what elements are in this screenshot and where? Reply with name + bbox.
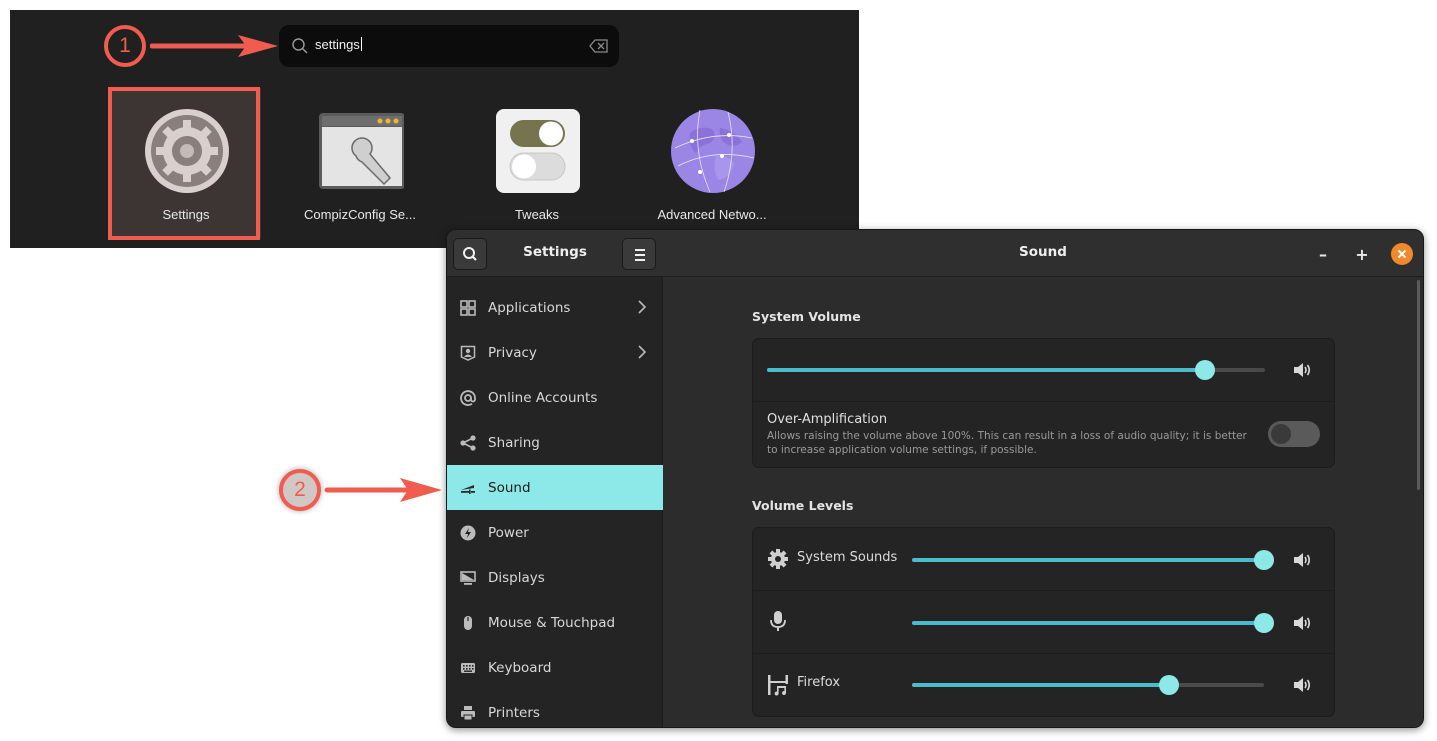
slider-fill bbox=[912, 683, 1169, 687]
microphone-icon bbox=[770, 611, 786, 631]
text-caret bbox=[360, 37, 362, 51]
highlight-box-settings bbox=[108, 87, 260, 240]
media-film-music-icon bbox=[768, 675, 788, 696]
system-volume-row bbox=[753, 339, 1334, 402]
settings-window: Settings Applications Privacy Online Acc… bbox=[446, 229, 1424, 728]
minimize-button[interactable]: – bbox=[1312, 243, 1334, 265]
volume-level-row-microphone bbox=[753, 591, 1334, 654]
sidebar-item-privacy[interactable]: Privacy bbox=[447, 330, 663, 375]
step-1-badge: 1 bbox=[104, 25, 146, 67]
chevron-right-icon bbox=[638, 345, 647, 359]
sidebar-item-label: Displays bbox=[488, 569, 545, 586]
page-title: Sound bbox=[1019, 244, 1067, 260]
step-1-arrow bbox=[150, 35, 278, 57]
slider-thumb[interactable] bbox=[1195, 360, 1216, 380]
sidebar-item-keyboard[interactable]: Keyboard bbox=[447, 645, 663, 690]
menu-button[interactable] bbox=[622, 238, 656, 270]
maximize-button[interactable]: + bbox=[1351, 243, 1373, 265]
search-icon bbox=[292, 38, 308, 54]
volume-level-label: Firefox bbox=[797, 675, 841, 690]
over-amplification-description: Allows raising the volume above 100%. Th… bbox=[767, 430, 1247, 456]
slider-thumb[interactable] bbox=[1158, 675, 1179, 695]
sidebar-item-displays[interactable]: Displays bbox=[447, 555, 663, 600]
sidebar-item-label: Online Accounts bbox=[488, 389, 598, 406]
over-amplification-title: Over-Amplification bbox=[767, 412, 888, 427]
sidebar-item-label: Power bbox=[488, 524, 529, 541]
volume-level-row-system-sounds: System Sounds bbox=[753, 528, 1334, 591]
sidebar-item-label: Applications bbox=[488, 299, 571, 316]
privacy-shield-icon bbox=[459, 344, 476, 361]
section-title-system-volume: System Volume bbox=[752, 309, 861, 324]
step-2-badge: 2 bbox=[279, 469, 321, 511]
app-label: Advanced Netwo... bbox=[657, 207, 767, 222]
at-sign-icon bbox=[459, 389, 476, 406]
app-label: CompizConfig Se... bbox=[304, 207, 416, 222]
keyboard-icon bbox=[459, 659, 476, 676]
firefox-volume-slider[interactable] bbox=[912, 675, 1264, 695]
share-icon bbox=[459, 434, 476, 451]
volume-level-label: System Sounds bbox=[797, 550, 898, 565]
power-bolt-icon bbox=[459, 524, 476, 541]
sidebar-item-label: Sound bbox=[488, 479, 531, 496]
sidebar-item-label: Sharing bbox=[488, 434, 540, 451]
tweaks-toggles-icon bbox=[496, 109, 580, 193]
slider-fill bbox=[912, 621, 1264, 625]
sidebar-item-label: Printers bbox=[488, 704, 540, 721]
sidebar-item-label: Mouse & Touchpad bbox=[488, 614, 616, 631]
sidebar-item-mouse-touchpad[interactable]: Mouse & Touchpad bbox=[447, 600, 663, 645]
grid-apps-icon bbox=[459, 299, 476, 316]
system-volume-card: Over-Amplification Allows raising the vo… bbox=[752, 338, 1335, 468]
close-icon bbox=[1397, 249, 1407, 259]
system-sounds-volume-slider[interactable] bbox=[912, 550, 1274, 570]
backspace-clear-icon[interactable] bbox=[589, 38, 609, 54]
sidebar-item-printers[interactable]: Printers bbox=[447, 690, 663, 727]
vertical-scrollbar[interactable] bbox=[1417, 280, 1420, 490]
sidebar-item-sharing[interactable]: Sharing bbox=[447, 420, 663, 465]
system-volume-slider[interactable] bbox=[767, 360, 1265, 380]
sound-panel: System Volume Over-Amplification Allows … bbox=[663, 277, 1423, 727]
over-amplification-row: Over-Amplification Allows raising the vo… bbox=[753, 402, 1334, 467]
search-query-text: settings bbox=[315, 37, 362, 52]
display-icon bbox=[459, 569, 476, 586]
printer-icon bbox=[459, 704, 476, 721]
network-globe-icon bbox=[671, 109, 755, 193]
sidebar-item-label: Keyboard bbox=[488, 659, 552, 676]
chevron-right-icon bbox=[638, 300, 647, 314]
toggle-knob bbox=[1271, 424, 1291, 444]
speaker-volume-icon[interactable] bbox=[1293, 552, 1311, 568]
sidebar-list: Applications Privacy Online Accounts Sha… bbox=[447, 285, 663, 727]
slider-fill bbox=[912, 558, 1264, 562]
speaker-volume-icon[interactable] bbox=[1293, 362, 1311, 378]
app-tile-advanced-network[interactable]: Advanced Netwo... bbox=[637, 88, 787, 238]
close-button[interactable] bbox=[1391, 243, 1413, 265]
settings-sidebar: Settings Applications Privacy Online Acc… bbox=[447, 230, 663, 727]
mouse-icon bbox=[459, 614, 476, 631]
sidebar-item-label: Privacy bbox=[488, 344, 537, 361]
hamburger-menu-icon bbox=[635, 249, 645, 261]
sidebar-item-online-accounts[interactable]: Online Accounts bbox=[447, 375, 663, 420]
microphone-volume-slider[interactable] bbox=[912, 613, 1274, 633]
sound-sliders-icon bbox=[459, 479, 476, 496]
app-tile-compizconfig[interactable]: CompizConfig Se... bbox=[285, 88, 435, 238]
volume-levels-card: System Sounds Firefox bbox=[752, 527, 1335, 717]
speaker-volume-icon[interactable] bbox=[1293, 677, 1311, 693]
speaker-volume-icon[interactable] bbox=[1293, 615, 1311, 631]
slider-fill bbox=[767, 368, 1206, 372]
volume-level-row-firefox: Firefox bbox=[753, 654, 1334, 716]
sidebar-item-power[interactable]: Power bbox=[447, 510, 663, 555]
over-amplification-toggle[interactable] bbox=[1268, 421, 1320, 447]
compizconfig-wrench-icon bbox=[319, 113, 404, 189]
slider-thumb[interactable] bbox=[1254, 613, 1274, 633]
app-label: Tweaks bbox=[514, 207, 560, 222]
sidebar-header: Settings bbox=[447, 230, 663, 277]
section-title-volume-levels: Volume Levels bbox=[752, 498, 854, 513]
step-2-arrow bbox=[324, 478, 442, 502]
sidebar-item-sound[interactable]: Sound bbox=[447, 465, 663, 510]
slider-thumb[interactable] bbox=[1254, 550, 1274, 570]
gear-icon bbox=[768, 549, 788, 569]
main-header: Sound – + bbox=[663, 230, 1423, 277]
app-tile-tweaks[interactable]: Tweaks bbox=[462, 88, 612, 238]
sidebar-item-applications[interactable]: Applications bbox=[447, 285, 663, 330]
launcher-search-input[interactable]: settings bbox=[279, 25, 619, 67]
